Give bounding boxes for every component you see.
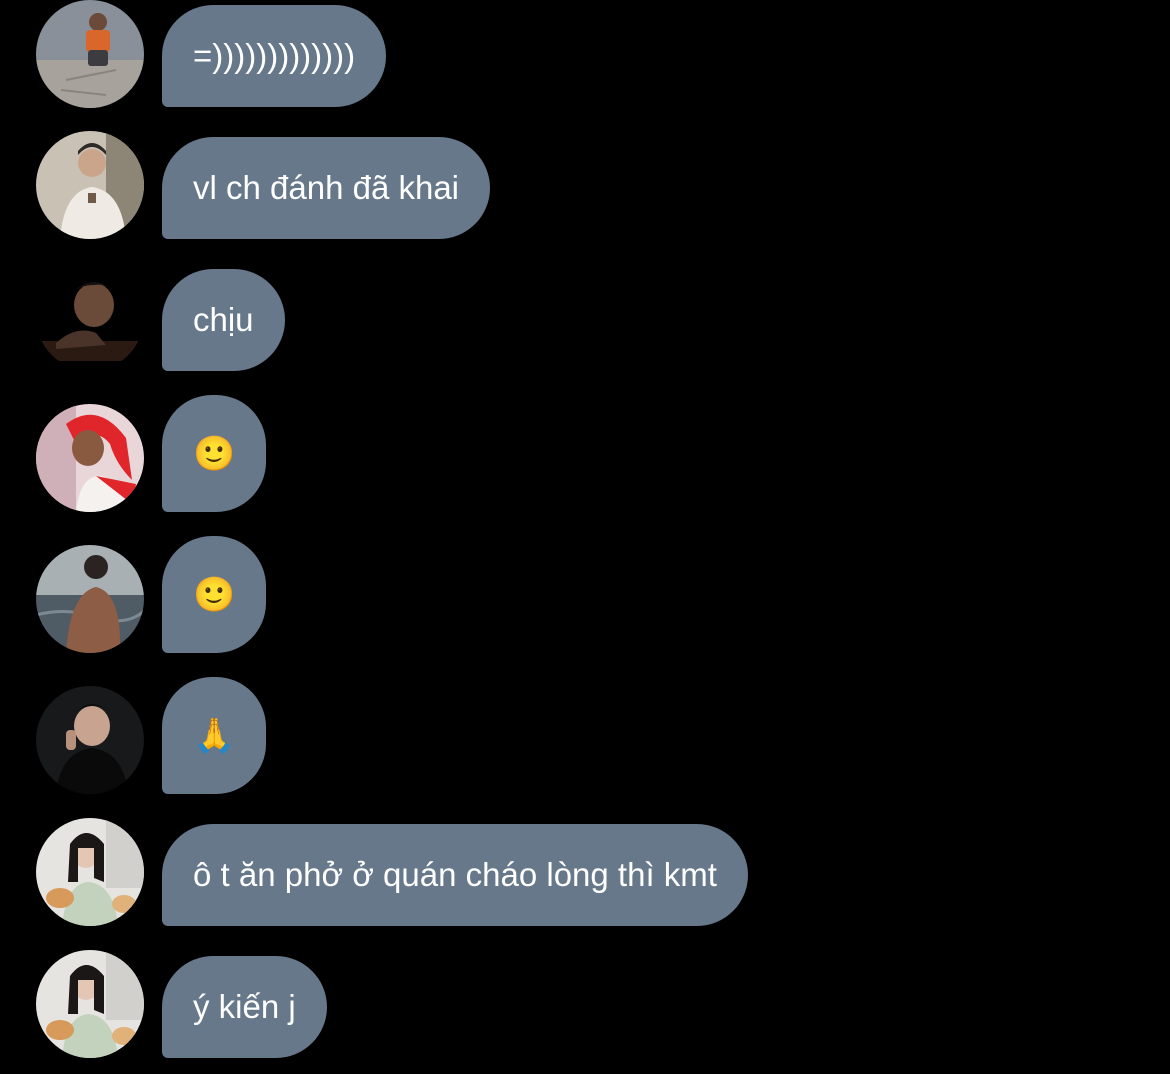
message-bubble[interactable]: 🙂 bbox=[162, 395, 267, 512]
avatar-image bbox=[36, 404, 144, 512]
message-text: ô t ăn phở ở quán cháo lòng thì kmt bbox=[193, 856, 717, 893]
avatar-image bbox=[36, 263, 144, 371]
avatar-image bbox=[36, 131, 144, 239]
message-text: ý kiến j bbox=[193, 988, 296, 1025]
sender-avatar[interactable] bbox=[36, 686, 144, 794]
avatar-image bbox=[36, 818, 144, 926]
message-text: 🙏 bbox=[193, 716, 236, 755]
sender-avatar[interactable] bbox=[36, 263, 144, 371]
sender-avatar[interactable] bbox=[36, 818, 144, 926]
sender-avatar[interactable] bbox=[36, 0, 144, 108]
message-bubble[interactable]: ý kiến j bbox=[162, 956, 327, 1058]
message-text: 🙂 bbox=[193, 575, 236, 614]
avatar-image bbox=[36, 0, 144, 108]
message-text: chịu bbox=[193, 301, 254, 338]
message-bubble[interactable]: =))))))))))))) bbox=[162, 5, 387, 107]
avatar-image bbox=[36, 545, 144, 653]
message-bubble[interactable]: vl ch đánh đã khai bbox=[162, 137, 491, 239]
message-text: =))))))))))))) bbox=[193, 37, 356, 74]
message-bubble[interactable]: 🙂 bbox=[162, 536, 267, 653]
avatar-image bbox=[36, 950, 144, 1058]
message-text: 🙂 bbox=[193, 434, 236, 473]
sender-avatar[interactable] bbox=[36, 545, 144, 653]
sender-avatar[interactable] bbox=[36, 131, 144, 239]
avatar-image bbox=[36, 686, 144, 794]
sender-avatar[interactable] bbox=[36, 404, 144, 512]
message-text: vl ch đánh đã khai bbox=[193, 169, 460, 206]
message-bubble[interactable]: ô t ăn phở ở quán cháo lòng thì kmt bbox=[162, 824, 748, 926]
message-bubble[interactable]: chịu bbox=[162, 269, 285, 371]
message-bubble[interactable]: 🙏 bbox=[162, 677, 267, 794]
sender-avatar[interactable] bbox=[36, 950, 144, 1058]
